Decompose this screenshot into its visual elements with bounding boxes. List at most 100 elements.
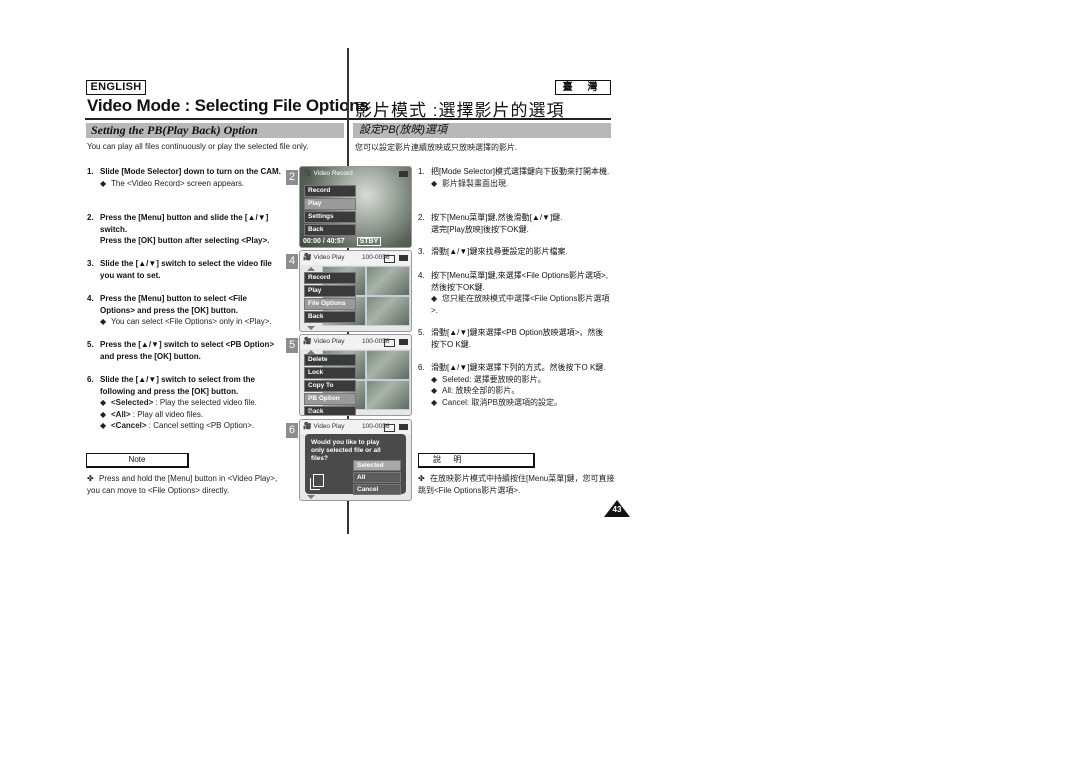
diamond-icon: ◆ [431, 374, 438, 384]
option-key: <Selected> [111, 398, 154, 407]
bullet-text: 影片錄製畫面出現. [442, 178, 509, 188]
step-text: 按下[Menu菜單]鍵,來選擇<File Options影片選項>,然後按下OK… [431, 271, 608, 292]
step-text: 按下[Menu菜單]鍵,然後滑動[▲/▼]鍵. [431, 213, 563, 222]
option-selected: ◆ <Selected> : Play the selected video fi… [100, 397, 282, 409]
diamond-icon: ◆ [100, 178, 107, 188]
section-title-english: Setting the PB(Play Back) Option [91, 123, 258, 137]
dialog-options: Selected All Cancel [353, 460, 401, 496]
screen-step-tag: 2 [286, 170, 298, 185]
scroll-up-icon[interactable] [307, 267, 315, 271]
thumbnail[interactable] [366, 266, 410, 296]
menu-item-lock[interactable]: Lock [304, 367, 356, 379]
menu-item-play[interactable]: Play [304, 198, 356, 210]
step-number: 2. [87, 213, 94, 222]
option-desc: : Play the selected video file. [153, 398, 257, 407]
lcd-menu: Record Play File Options Back [304, 272, 356, 324]
step-bullet: ◆ 您只能在放映模式中選擇<File Options影片選項>. [431, 293, 610, 316]
section-heading-english: Setting the PB(Play Back) Option [86, 123, 344, 138]
step-text: Press the [Menu] button and slide the [▲… [100, 213, 269, 234]
screen-step-tag: 5 [286, 338, 298, 353]
language-label-taiwan: 臺 灣 [555, 80, 611, 95]
intro-chinese: 您可以設定影片連續放映或只放映選擇的影片. [355, 143, 518, 152]
option-key: <Cancel> [111, 421, 147, 430]
battery-icon [399, 339, 408, 345]
step-text-continued: 選完[Play放映]後按下OK鍵. [431, 224, 529, 234]
step-text: 滑動[▲/▼]鍵來選擇下列的方式。然後按下O K鍵. [431, 363, 606, 372]
file-copy-icon [310, 474, 324, 490]
note-text-chinese: ✤ 在放映影片模式中持續按住[Menu菜單]鍵，您可直接跳到<File Optio… [418, 473, 618, 496]
diamond-icon: ◆ [100, 421, 107, 430]
step-number: 1. [87, 167, 94, 176]
menu-item-back[interactable]: Back [304, 311, 356, 323]
bullet-text: Seleted: 選擇要放映的影片。 [442, 374, 546, 384]
step-text: Slide the [▲/▼] switch to select the vid… [100, 259, 272, 280]
note-label-english: Note [86, 453, 189, 468]
lcd-status-bar: 🎥 Video Play 100-0056 [300, 335, 411, 349]
diamond-icon: ◆ [100, 409, 107, 419]
step-text: 滑動[▲/▼]鍵來選擇<PB Option放映選項>，然後按下O K鍵. [431, 328, 604, 349]
diamond-icon: ◆ [431, 294, 438, 303]
step-text: Slide [Mode Selector] down to turn on th… [100, 167, 281, 176]
screen-step-tag: 6 [286, 423, 298, 438]
step-bullet: ◆ Cancel: 取消PB放映選項的設定。 [431, 397, 610, 409]
screen-step-tag: 4 [286, 254, 298, 269]
cross-bullet-icon: ✤ [418, 474, 425, 483]
menu-item-settings[interactable]: Settings [304, 211, 356, 223]
step-bullet: ◆ The <Video Record> screen appears. [100, 178, 282, 190]
lcd-title: Video Record [313, 170, 353, 177]
diamond-icon: ◆ [431, 397, 438, 407]
step-bullet: ◆ All: 放映全部的影片。 [431, 385, 610, 397]
record-status: 00:00 / 40:57 STBY [303, 237, 382, 246]
scroll-down-icon[interactable] [307, 410, 315, 414]
lcd-screen: 🎥 Video Play 100-0056 Would you like to … [299, 419, 412, 501]
thumbnail[interactable] [366, 350, 410, 380]
step-number: 6. [87, 375, 94, 384]
menu-item-play[interactable]: Play [304, 285, 356, 297]
menu-item-file-options[interactable]: File Options [304, 298, 356, 310]
step-number: 5. [418, 328, 425, 337]
step-zh-6: 6. 滑動[▲/▼]鍵來選擇下列的方式。然後按下O K鍵. ◆ Seleted: … [418, 362, 610, 408]
step-number: 5. [87, 340, 94, 349]
scroll-down-icon[interactable] [307, 326, 315, 330]
step-zh-5: 5. 滑動[▲/▼]鍵來選擇<PB Option放映選項>，然後按下O K鍵. [418, 327, 610, 350]
screen-step-2: 2 🎥 Video Record Record Play Settings Ba… [286, 166, 412, 248]
menu-item-pb-option[interactable]: PB Option [304, 393, 356, 405]
lcd-title: Video Play [313, 254, 345, 261]
step-en-5: 5. Press the [▲/▼] switch to select <PB … [87, 339, 282, 362]
camera-icon: 🎥 [303, 170, 312, 177]
step-text: 滑動[▲/▼]鍵來找尋要設定的影片檔案. [431, 247, 568, 256]
step-number: 4. [418, 271, 425, 280]
menu-item-record[interactable]: Record [304, 185, 356, 197]
option-selected-button[interactable]: Selected [353, 460, 401, 471]
lcd-status-bar: 🎥 Video Play 100-0056 [300, 420, 411, 434]
menu-item-back[interactable]: Back [304, 224, 356, 236]
option-desc: : Cancel setting <PB Option>. [146, 421, 255, 430]
lcd-menu: Delete Lock Copy To PB Option Back [304, 354, 356, 415]
step-text-continued: Press the [OK] button after selecting <P… [100, 236, 270, 245]
language-label-english: ENGLISH [86, 80, 146, 95]
lcd-screen: 🎥 Video Play 100-0056 Record Play File O… [299, 250, 412, 332]
thumbnail[interactable] [366, 296, 410, 326]
step-text: Press the [Menu] button to select <File … [100, 294, 247, 315]
step-zh-4: 4. 按下[Menu菜單]鍵,來選擇<File Options影片選項>,然後按… [418, 270, 610, 316]
battery-icon [399, 171, 408, 177]
step-number: 1. [418, 167, 425, 176]
step-zh-1: 1. 把[Mode Selector]模式選擇鍵向下扳動來打開本機. ◆ 影片錄製… [418, 166, 610, 189]
bullet-text: All: 放映全部的影片。 [442, 386, 520, 395]
option-desc: : Play all video files. [130, 409, 204, 419]
step-en-4: 4. Press the [Menu] button to select <Fi… [87, 293, 282, 328]
step-number: 3. [418, 247, 425, 256]
note-text-english: ✤ Press and hold the [Menu] button in <Vi… [87, 473, 282, 496]
bullet-text: The <Video Record> screen appears. [111, 178, 245, 188]
menu-item-copy-to[interactable]: Copy To [304, 380, 356, 392]
thumbnail[interactable] [366, 380, 410, 410]
note-body: 在放映影片模式中持續按住[Menu菜單]鍵，您可直接跳到<File Option… [418, 474, 615, 495]
remaining-time: 40:57 [326, 238, 345, 245]
step-number: 4. [87, 294, 94, 303]
option-cancel-button[interactable]: Cancel [353, 484, 401, 495]
option-all-button[interactable]: All [353, 472, 401, 483]
scroll-down-icon[interactable] [307, 495, 315, 499]
menu-item-delete[interactable]: Delete [304, 354, 356, 366]
menu-item-record[interactable]: Record [304, 272, 356, 284]
step-en-3: 3. Slide the [▲/▼] switch to select the … [87, 258, 282, 281]
